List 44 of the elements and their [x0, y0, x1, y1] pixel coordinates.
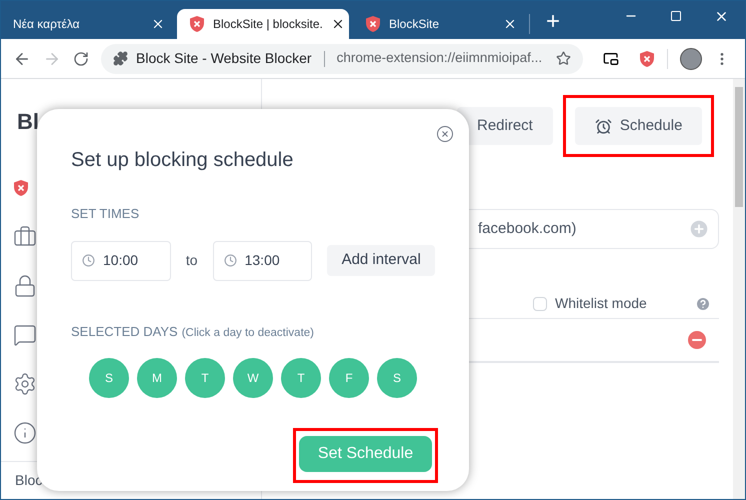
browser-tab[interactable]: BlockSite | blocksite.	[177, 9, 349, 39]
sidebar-title: Bl	[16, 108, 40, 136]
avatar-icon[interactable]	[680, 48, 702, 70]
section-label: SET TIMES	[71, 205, 140, 223]
scrollbar[interactable]	[733, 79, 745, 499]
site-name: Block Site - Website Blocker	[136, 49, 312, 68]
close-icon[interactable]	[503, 17, 517, 31]
address-bar[interactable]: Block Site - Website Blocker chrome-extension://eiimnmioipaf...	[101, 44, 583, 74]
to-label: to	[184, 251, 199, 270]
reload-icon[interactable]	[73, 50, 89, 66]
remove-icon[interactable]	[685, 328, 709, 352]
puzzle-icon	[113, 51, 128, 66]
alarm-clock-icon	[594, 118, 612, 134]
tab-title: BlockSite | blocksite.	[213, 16, 323, 33]
star-icon[interactable]	[556, 51, 571, 66]
settings-icon[interactable]	[13, 372, 37, 396]
end-time-field[interactable]: 13:00	[212, 240, 312, 280]
tab-button[interactable]: Schedule	[574, 107, 702, 145]
info-icon[interactable]	[13, 421, 37, 445]
sidebar-footer: Bloc	[15, 470, 42, 491]
start-time-field[interactable]: 10:00	[71, 240, 171, 280]
whitelist-label: Whitelist mode	[555, 294, 647, 313]
input-placeholder: facebook.com)	[478, 218, 576, 239]
picture-in-picture-icon[interactable]	[603, 50, 619, 66]
url-text: chrome-extension://eiimnmioipaf...	[336, 49, 542, 68]
clock-icon	[224, 254, 237, 267]
tab-button[interactable]: Redirect	[457, 107, 553, 145]
close-icon[interactable]	[151, 17, 165, 31]
whitelist-checkbox[interactable]	[533, 296, 547, 310]
browser-tab[interactable]: BlockSite	[353, 9, 525, 39]
shield-icon	[639, 50, 655, 68]
section-hint: (Click a day to deactivate)	[182, 326, 314, 340]
tab-title: Νέα καρτέλα	[13, 16, 81, 33]
chat-icon[interactable]	[13, 323, 37, 347]
tab-title: BlockSite	[389, 16, 440, 33]
lock-icon[interactable]	[13, 274, 37, 298]
maximize-icon[interactable]	[670, 10, 682, 22]
browser-tab[interactable]: Νέα καρτέλα	[1, 9, 173, 39]
section-label: SELECTED DAYS	[71, 322, 178, 340]
shield-icon[interactable]	[13, 179, 29, 197]
dialog-title: Set up blocking schedule	[71, 148, 294, 173]
clock-icon	[82, 254, 95, 267]
new-tab-button[interactable]: +	[546, 10, 560, 34]
add-interval-button[interactable]: Add interval	[327, 245, 436, 276]
